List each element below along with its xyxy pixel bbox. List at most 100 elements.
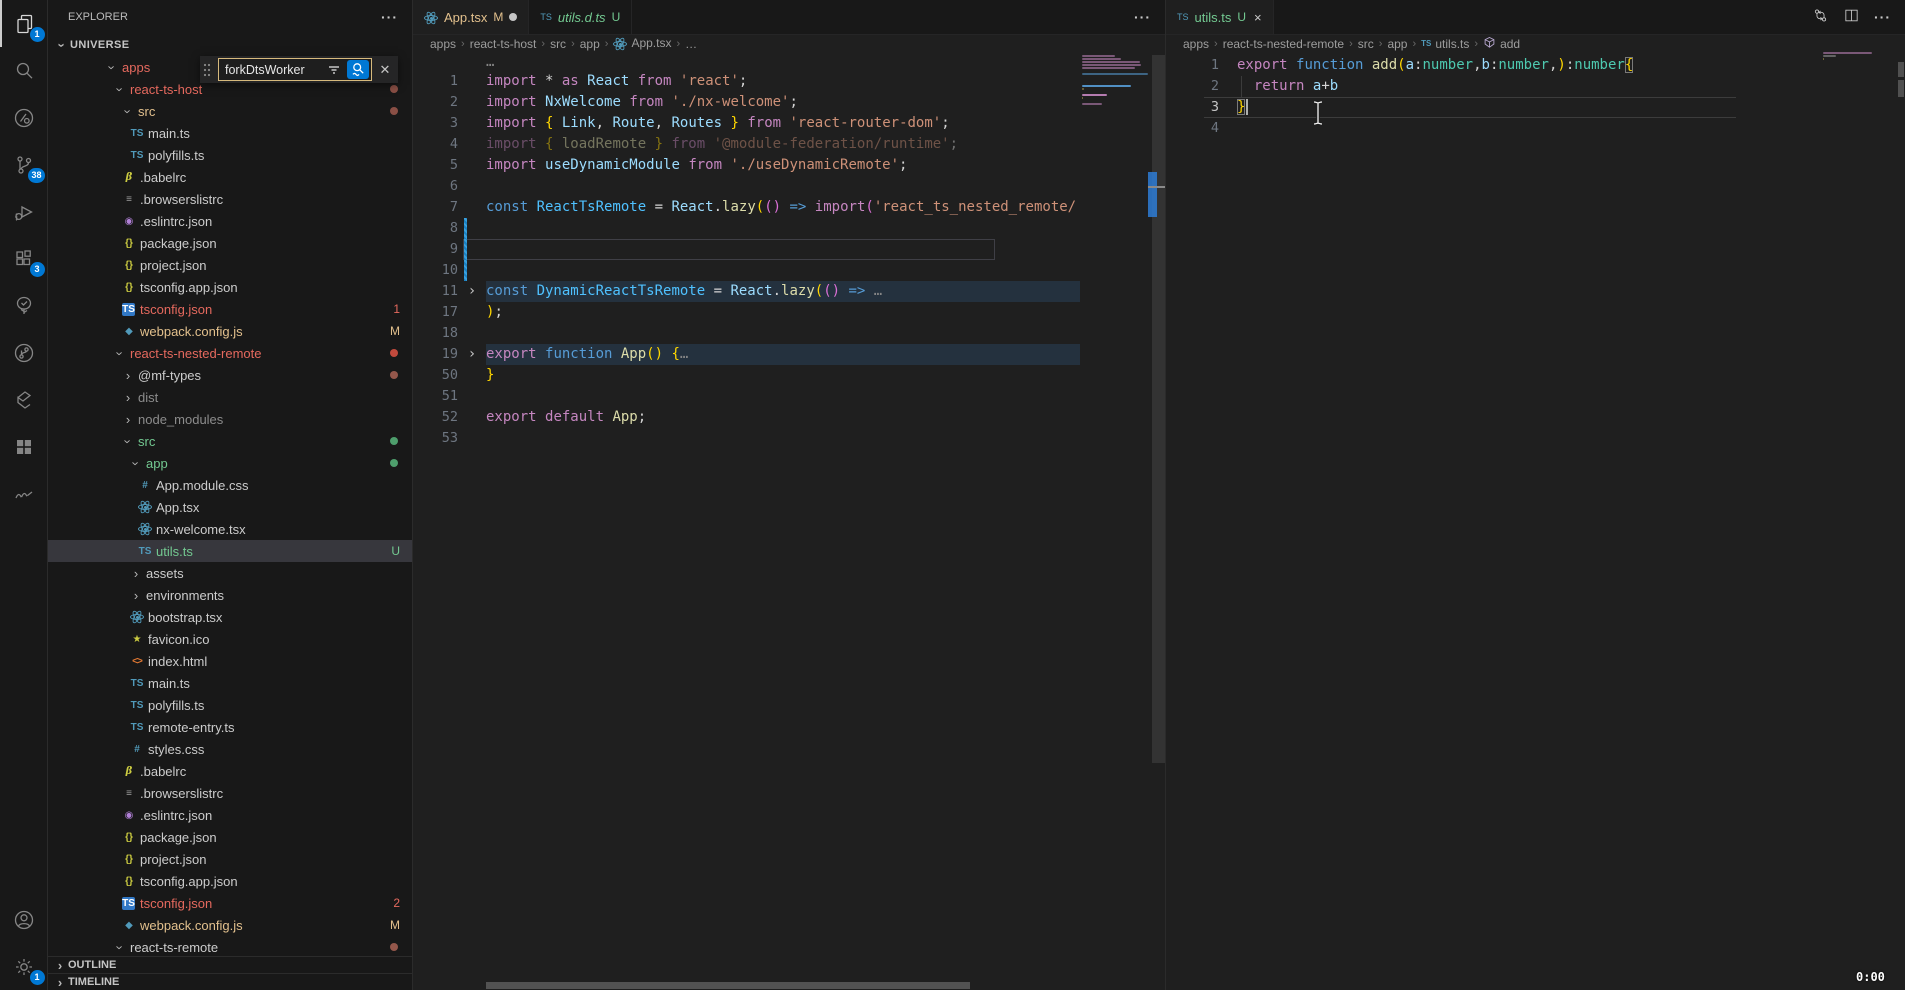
code-editor-utils-ts[interactable]: 1export function add(a:number,b:number,)… xyxy=(1166,55,1821,139)
settings-icon[interactable]: 1 xyxy=(0,943,48,990)
tree-file-utils.ts[interactable]: TSutils.tsU xyxy=(48,540,412,562)
tree-file-bootstrap.tsx[interactable]: bootstrap.tsx xyxy=(48,606,412,628)
tree-folder-assets[interactable]: ›assets xyxy=(48,562,412,584)
tree-file-polyfills.ts[interactable]: TSpolyfills.ts xyxy=(48,694,412,716)
tree-file-styles.css[interactable]: #styles.css xyxy=(48,738,412,760)
tree-file-webpack.config.js[interactable]: ◆webpack.config.jsM xyxy=(48,320,412,342)
code-line-2[interactable]: 2 return a+b xyxy=(1166,76,1821,97)
code-line-11[interactable]: 11›const DynamicReactTsRemote = React.la… xyxy=(413,281,1080,302)
drag-grip-icon[interactable] xyxy=(202,61,214,79)
horizontal-scrollbar[interactable] xyxy=(486,982,970,989)
code-line-x[interactable]: … xyxy=(413,55,1080,71)
tree-file-polyfills.ts[interactable]: TSpolyfills.ts xyxy=(48,144,412,166)
tree-file-tsconfig.json[interactable]: TStsconfig.json1 xyxy=(48,298,412,320)
tree-file-favicon.ico[interactable]: ★favicon.ico xyxy=(48,628,412,650)
tree-folder-src[interactable]: ›src xyxy=(48,100,412,122)
section-header-timeline[interactable]: ›TIMELINE xyxy=(48,973,412,990)
run-debug-icon[interactable] xyxy=(0,188,48,235)
breadcrumb-item-app[interactable]: app xyxy=(580,37,600,51)
tree-filter-input[interactable] xyxy=(225,63,321,77)
tab-utils.ts[interactable]: TSutils.tsU× xyxy=(1166,0,1274,34)
close-icon[interactable]: ✕ xyxy=(376,62,394,78)
tree-folder-dist[interactable]: ›dist xyxy=(48,386,412,408)
tree-file-.eslintrc.json[interactable]: ◉.eslintrc.json xyxy=(48,804,412,826)
filter-icon[interactable] xyxy=(325,61,343,79)
code-line-7[interactable]: 7const ReactTsRemote = React.lazy(() => … xyxy=(413,197,1080,218)
minimap[interactable] xyxy=(1080,55,1152,985)
gitlens-icon[interactable] xyxy=(0,329,48,376)
tree-file-app.tsx[interactable]: App.tsx xyxy=(48,496,412,518)
tree-file-main.ts[interactable]: TSmain.ts xyxy=(48,672,412,694)
extensions-icon[interactable]: 3 xyxy=(0,235,48,282)
section-header-outline[interactable]: ›OUTLINE xyxy=(48,956,412,973)
breadcrumb-item-app.tsx[interactable]: App.tsx xyxy=(613,36,671,51)
tree-folder-react-ts-remote[interactable]: ›react-ts-remote xyxy=(48,936,412,958)
code-line-51[interactable]: 51 xyxy=(413,386,1080,407)
grid-icon[interactable] xyxy=(0,423,48,470)
folding-collapsed-icon[interactable]: › xyxy=(458,344,486,365)
code-line-19[interactable]: 19›export function App() {… xyxy=(413,344,1080,365)
todo-tree-icon[interactable] xyxy=(0,282,48,329)
code-line-17[interactable]: 17); xyxy=(413,302,1080,323)
minimap[interactable] xyxy=(1821,52,1896,982)
tree-file-.babelrc[interactable]: β.babelrc xyxy=(48,166,412,188)
tree-file-package.json[interactable]: {}package.json xyxy=(48,232,412,254)
tree-folder-environments[interactable]: ›environments xyxy=(48,584,412,606)
tree-file-tsconfig.app.json[interactable]: {}tsconfig.app.json xyxy=(48,276,412,298)
open-changes-icon[interactable] xyxy=(1812,7,1829,27)
code-line-10[interactable]: 10 xyxy=(413,260,1080,281)
code-line-9[interactable]: 9 xyxy=(413,239,1080,260)
breadcrumb-item-app[interactable]: app xyxy=(1387,37,1407,51)
code-line-6[interactable]: 6 xyxy=(413,176,1080,197)
code-line-53[interactable]: 53 xyxy=(413,428,1080,449)
code-line-52[interactable]: 52export default App; xyxy=(413,407,1080,428)
tree-file-.browserslistrc[interactable]: ≡.browserslistrc xyxy=(48,188,412,210)
tree-file-tsconfig.app.json[interactable]: {}tsconfig.app.json xyxy=(48,870,412,892)
code-line-2[interactable]: 2import NxWelcome from './nx-welcome'; xyxy=(413,92,1080,113)
breadcrumb-item-src[interactable]: src xyxy=(1358,37,1374,51)
tree-file-nx-welcome.tsx[interactable]: nx-welcome.tsx xyxy=(48,518,412,540)
tree-folder-src[interactable]: ›src xyxy=(48,430,412,452)
code-line-18[interactable]: 18 xyxy=(413,323,1080,344)
vertical-scrollbar[interactable] xyxy=(1152,52,1165,990)
tree-folder-node-modules[interactable]: ›node_modules xyxy=(48,408,412,430)
close-icon[interactable]: × xyxy=(1254,10,1262,25)
nx-console-icon[interactable] xyxy=(0,94,48,141)
code-line-1[interactable]: 1import * as React from 'react'; xyxy=(413,71,1080,92)
fuzzy-search-toggle-button[interactable] xyxy=(347,60,369,79)
tree-folder-react-ts-nested-remote[interactable]: ›react-ts-nested-remote xyxy=(48,342,412,364)
tree-file-.babelrc[interactable]: β.babelrc xyxy=(48,760,412,782)
workspace-root-universe[interactable]: › UNIVERSE xyxy=(48,34,412,56)
tree-file-.browserslistrc[interactable]: ≡.browserslistrc xyxy=(48,782,412,804)
code-line-5[interactable]: 5import useDynamicModule from './useDyna… xyxy=(413,155,1080,176)
folding-collapsed-icon[interactable]: › xyxy=(458,281,486,302)
layers-icon[interactable] xyxy=(0,376,48,423)
tree-file-package.json[interactable]: {}package.json xyxy=(48,826,412,848)
tree-file-tsconfig.json[interactable]: TStsconfig.json2 xyxy=(48,892,412,914)
waves-icon[interactable] xyxy=(0,470,48,517)
accounts-icon[interactable] xyxy=(0,896,48,943)
scrollbar-thumb[interactable] xyxy=(1152,55,1165,763)
split-editor-icon[interactable] xyxy=(1843,7,1860,27)
code-line-50[interactable]: 50} xyxy=(413,365,1080,386)
code-line-8[interactable]: 8 xyxy=(413,218,1080,239)
source-control-icon[interactable]: 38 xyxy=(0,141,48,188)
tree-file-index.html[interactable]: <>index.html xyxy=(48,650,412,672)
tree-file-main.ts[interactable]: TSmain.ts xyxy=(48,122,412,144)
tree-folder-app[interactable]: ›app xyxy=(48,452,412,474)
tree-file-remote-entry.ts[interactable]: TSremote-entry.ts xyxy=(48,716,412,738)
explorer-more-actions-icon[interactable]: ··· xyxy=(381,9,398,25)
breadcrumb-item--[interactable]: … xyxy=(685,37,697,51)
breadcrumb-item-apps[interactable]: apps xyxy=(1183,37,1209,51)
tree-file-project.json[interactable]: {}project.json xyxy=(48,254,412,276)
code-line-3[interactable]: 3} xyxy=(1166,97,1821,118)
breadcrumb-item-react-ts-nested-remote[interactable]: react-ts-nested-remote xyxy=(1223,37,1344,51)
code-line-1[interactable]: 1export function add(a:number,b:number,)… xyxy=(1166,55,1821,76)
tree-file-.eslintrc.json[interactable]: ◉.eslintrc.json xyxy=(48,210,412,232)
tab-app.tsx[interactable]: App.tsxM xyxy=(413,0,529,34)
breadcrumb-item-add[interactable]: add xyxy=(1483,36,1520,52)
breadcrumb-item-apps[interactable]: apps xyxy=(430,37,456,51)
code-editor-app-tsx[interactable]: …1import * as React from 'react';2import… xyxy=(413,55,1080,449)
tree-file-project.json[interactable]: {}project.json xyxy=(48,848,412,870)
code-line-3[interactable]: 3import { Link, Route, Routes } from 're… xyxy=(413,113,1080,134)
